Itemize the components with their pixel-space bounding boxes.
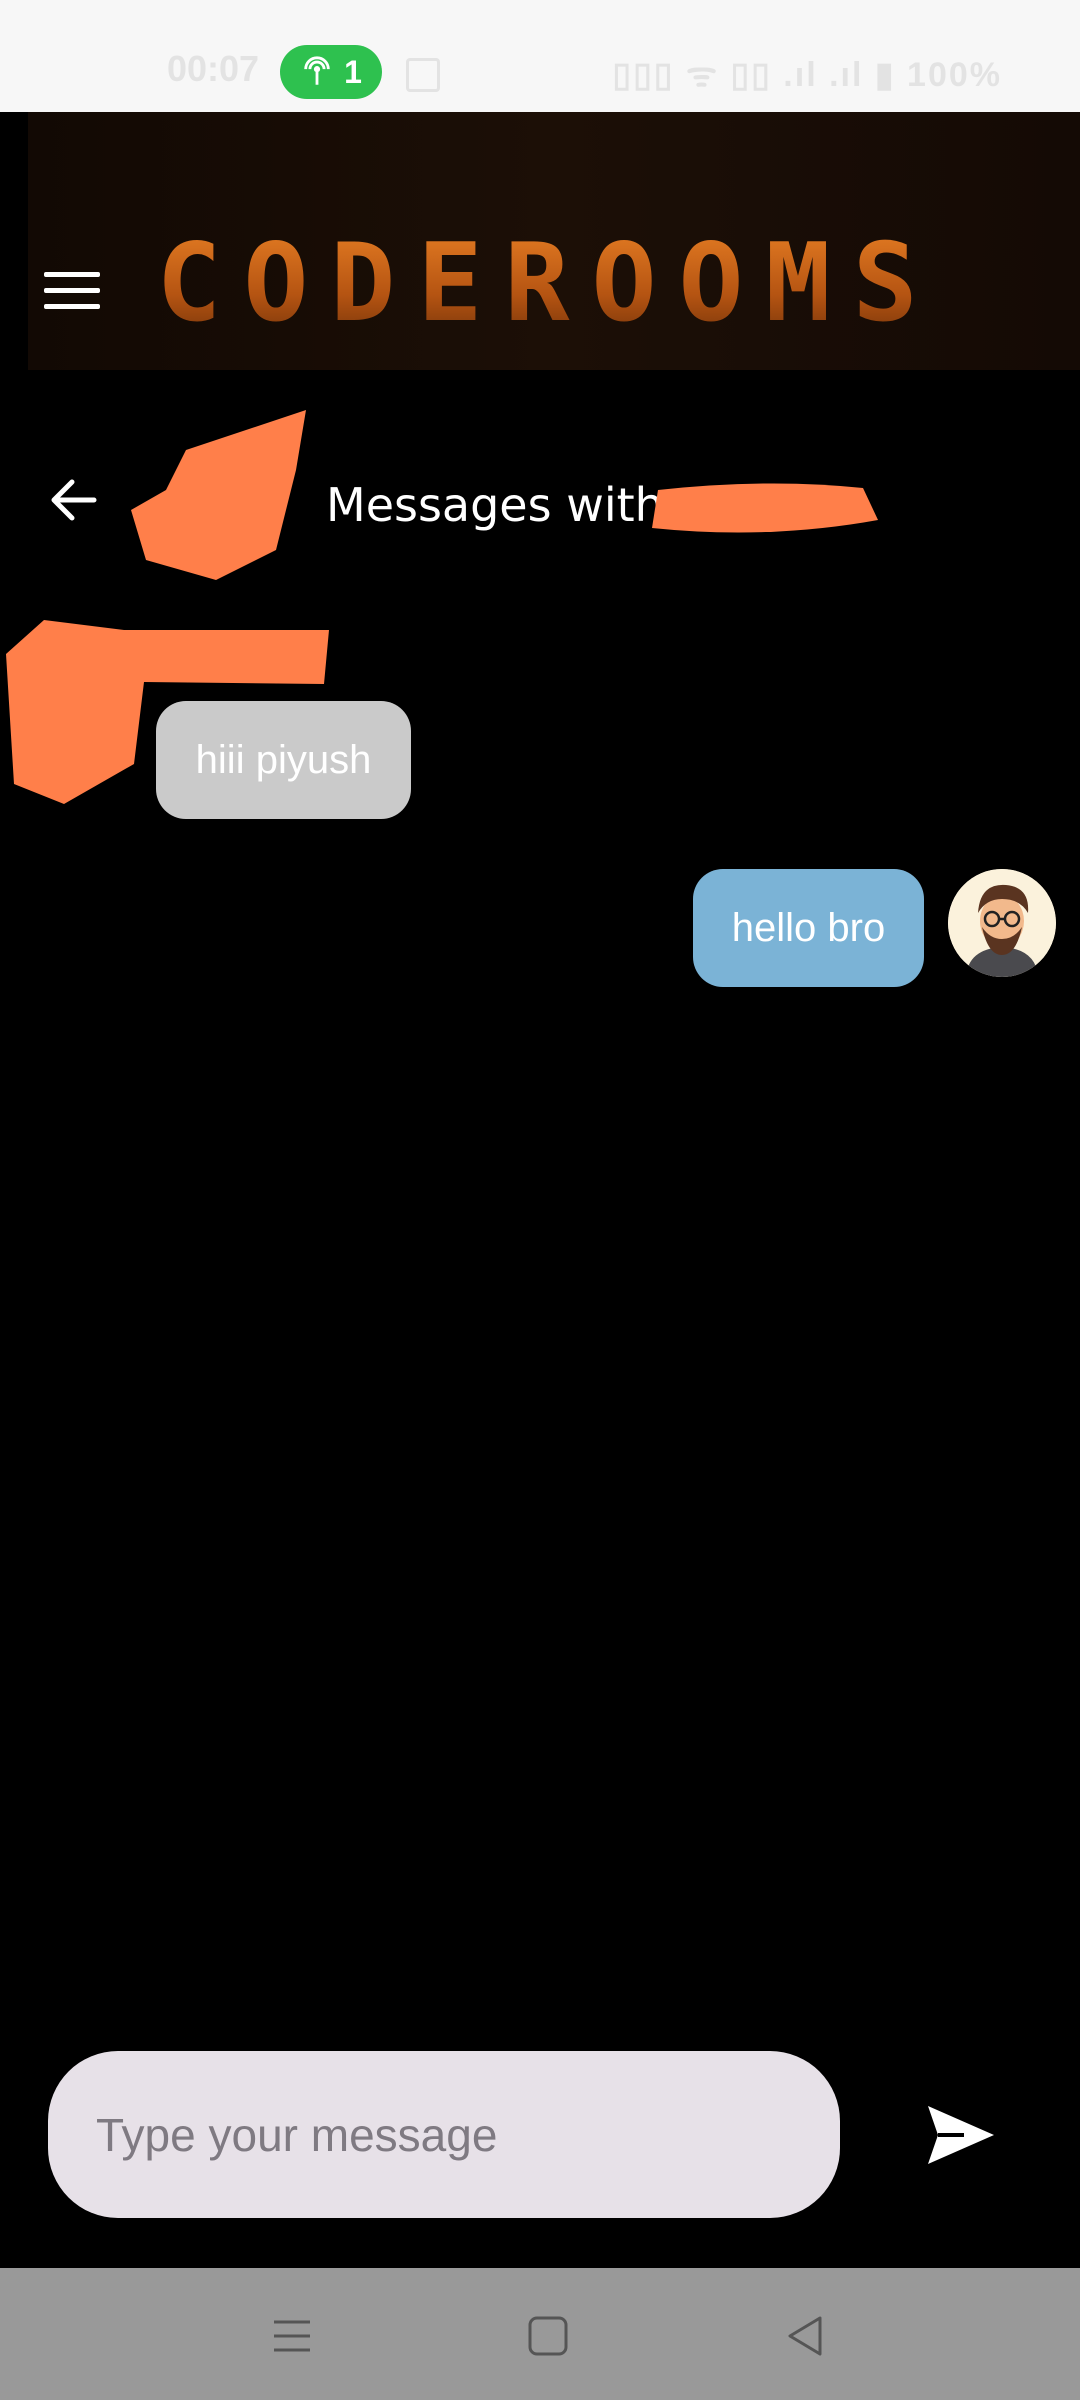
hotspot-icon xyxy=(304,56,330,85)
send-icon[interactable] xyxy=(920,2100,1000,2170)
status-time: 00:07 xyxy=(167,48,260,89)
conversation-title: Messages with xyxy=(326,478,664,532)
hotspot-count: 1 xyxy=(344,53,362,90)
message-incoming: hiii piyush xyxy=(156,701,411,819)
back-icon[interactable] xyxy=(776,2308,836,2364)
app-header: CODEROOMS xyxy=(0,112,1080,372)
conversation-header: Messages with xyxy=(0,380,1080,620)
message-outgoing: hello bro xyxy=(693,869,924,987)
redacted-contact-name xyxy=(652,483,878,533)
status-indicators: ▯▯▯ ᯤ ▯▯ .ıl .ıl ▮ 100% xyxy=(612,56,1002,94)
recent-apps-icon[interactable] xyxy=(262,2308,322,2364)
message-input[interactable] xyxy=(48,2051,840,2218)
status-bar: 00:07 1 ▯▯▯ ᯤ ▯▯ .ıl .ıl ▮ 100% xyxy=(0,0,1080,112)
brand-logo: CODEROOMS xyxy=(78,230,1018,338)
hotspot-badge: 1 xyxy=(280,45,382,99)
navigation-bar xyxy=(0,2268,1080,2400)
avatar[interactable] xyxy=(948,869,1056,977)
user-avatar-icon xyxy=(948,869,1056,977)
sim-icon xyxy=(406,58,440,92)
home-icon[interactable] xyxy=(518,2308,578,2364)
redacted-contact-avatar xyxy=(131,410,306,580)
back-arrow-icon[interactable] xyxy=(44,472,100,528)
